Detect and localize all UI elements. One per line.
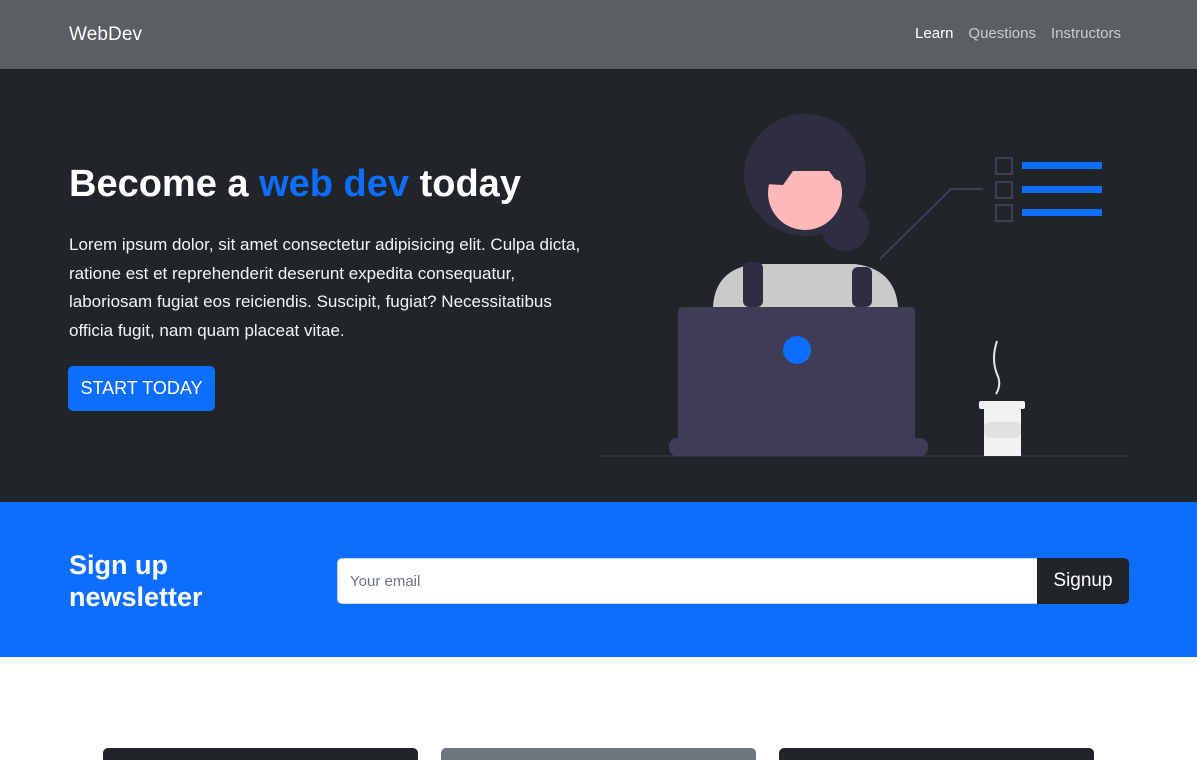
- nav-links: Learn Questions Instructors: [915, 25, 1121, 42]
- newsletter-title: Sign up newsletter: [69, 549, 203, 613]
- hero-title-suffix: today: [409, 163, 521, 205]
- nav-link-questions[interactable]: Questions: [968, 25, 1036, 42]
- newsletter-section: Sign upnewsletter Signup: [0, 502, 1197, 657]
- nav-link-learn[interactable]: Learn: [915, 25, 953, 42]
- nav-link-instructors[interactable]: Instructors: [1051, 25, 1121, 42]
- card-2: [441, 748, 756, 760]
- hero-description: Lorem ipsum dolor, sit amet consectetur …: [69, 235, 581, 340]
- start-today-button[interactable]: START TODAY: [68, 366, 215, 411]
- brand-logo[interactable]: WebDev: [69, 24, 142, 46]
- card-1: [103, 748, 418, 760]
- navbar: WebDev Learn Questions Instructors: [0, 0, 1197, 69]
- card-3: [779, 748, 1094, 760]
- hero-title-prefix: Become a: [69, 163, 260, 205]
- newsletter-title-line1: Sign up: [69, 550, 168, 580]
- hero-title-accent: web dev: [259, 163, 410, 205]
- email-input[interactable]: [337, 558, 1038, 604]
- signup-button[interactable]: Signup: [1037, 558, 1129, 604]
- hero-title: Become a web dev today: [69, 163, 521, 206]
- newsletter-title-line2: newsletter: [69, 582, 203, 612]
- woman-with-laptop-illustration: [598, 114, 1130, 457]
- hero-section: Become a web dev today Lorem ipsum dolor…: [0, 69, 1197, 502]
